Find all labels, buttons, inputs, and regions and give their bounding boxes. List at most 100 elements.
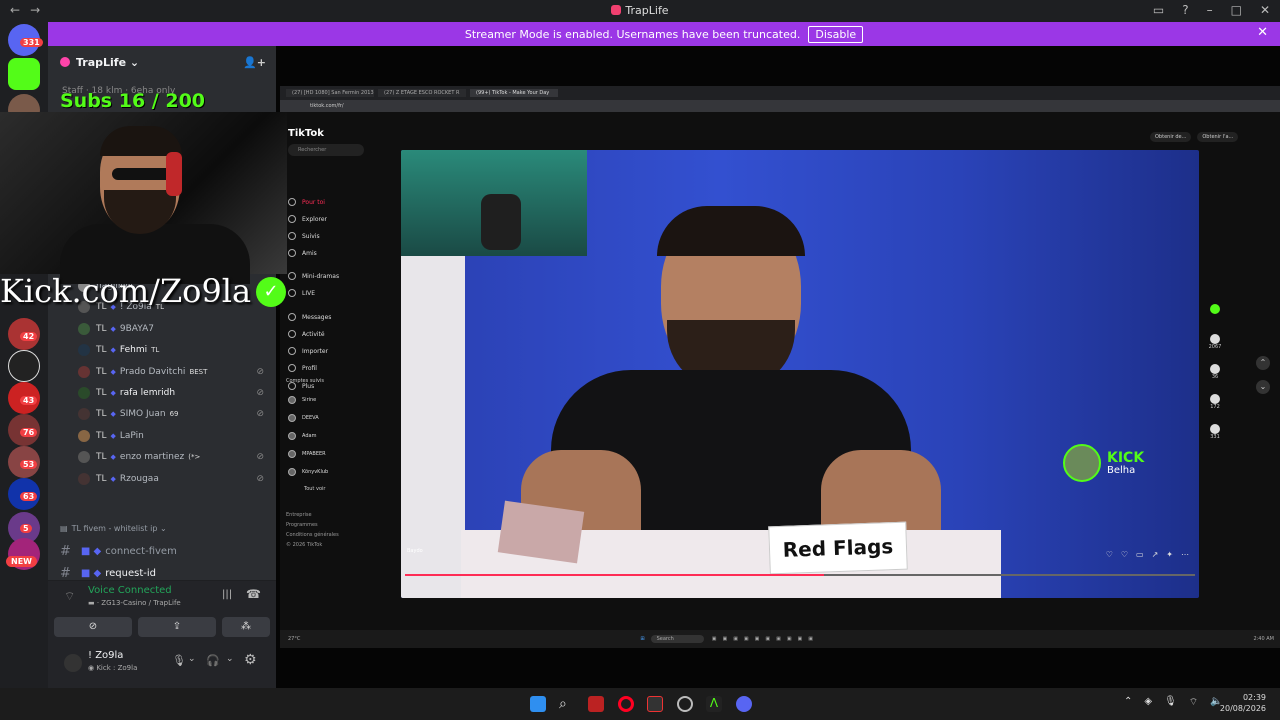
footer-link[interactable]: Programmes bbox=[286, 522, 318, 528]
kick-url-overlay: Kick.com/Zo9la bbox=[0, 272, 252, 310]
opera-icon[interactable] bbox=[618, 696, 634, 712]
followed-account[interactable]: MPABEER bbox=[288, 450, 326, 458]
share-count[interactable]: 331 bbox=[1206, 424, 1224, 440]
settings-gear-icon[interactable]: ⚙ bbox=[244, 652, 257, 668]
footer-link[interactable]: Conditions générales bbox=[286, 532, 339, 538]
tiktok-nav-item[interactable]: Amis bbox=[288, 249, 317, 257]
voice-member[interactable]: TL ◆ LaPin bbox=[78, 426, 274, 446]
screenshare-button[interactable]: ⇪ bbox=[138, 617, 216, 637]
tiktok-search-input[interactable]: Rechercher bbox=[288, 144, 364, 156]
comment-count[interactable]: 36 bbox=[1206, 364, 1224, 380]
browser-tab[interactable]: (27) [HD 1080] San Fermin 2013 bbox=[286, 89, 374, 97]
add-user-icon[interactable]: 👤+ bbox=[243, 56, 266, 69]
video-progress[interactable] bbox=[405, 574, 1195, 576]
see-all-link[interactable]: Tout voir bbox=[304, 486, 325, 492]
voice-status[interactable]: Voice Connected bbox=[88, 585, 172, 596]
next-video-button[interactable]: ⌄ bbox=[1256, 380, 1270, 394]
voice-member[interactable]: TL ◆ Fehmi TL bbox=[78, 340, 274, 360]
clock[interactable]: 02:39 20/08/2026 bbox=[1220, 692, 1266, 714]
unread-badge: 76 bbox=[20, 428, 38, 437]
server-icon[interactable] bbox=[8, 350, 40, 382]
close-window-icon[interactable]: ✕ bbox=[1260, 3, 1270, 17]
discord-icon[interactable] bbox=[736, 696, 752, 712]
tiktok-logo[interactable]: TikTok bbox=[288, 128, 324, 139]
app-icon[interactable] bbox=[677, 696, 693, 712]
close-banner-icon[interactable]: ✕ bbox=[1257, 25, 1268, 40]
maximize-icon[interactable]: □ bbox=[1231, 3, 1242, 17]
nav-icon bbox=[288, 272, 296, 280]
wifi-icon[interactable]: ⌔ bbox=[1189, 696, 1198, 709]
followed-account[interactable]: Adam bbox=[288, 432, 316, 440]
creator-avatar[interactable] bbox=[1206, 304, 1224, 314]
tiktok-nav-item[interactable]: Profil bbox=[288, 364, 317, 372]
voice-member[interactable]: TL ◆ 9BAYA7 bbox=[78, 319, 274, 339]
channel-connect-fivem[interactable]: # ■ ◆ connect-fivem bbox=[60, 544, 177, 559]
comment-icon[interactable]: ▭ bbox=[1136, 550, 1144, 559]
disconnect-icon[interactable]: ☎ bbox=[246, 587, 261, 601]
chevron-down-icon[interactable]: ⌄ bbox=[188, 654, 196, 664]
app-icon[interactable]: Λ bbox=[706, 696, 722, 712]
headphones-icon[interactable]: 🎧 bbox=[206, 654, 220, 667]
save-count[interactable]: 172 bbox=[1206, 394, 1224, 410]
avatar bbox=[78, 472, 90, 485]
sparkle-icon[interactable]: ✦ bbox=[1166, 550, 1173, 559]
search-icon[interactable]: ⌕ bbox=[559, 696, 575, 712]
shield-icon[interactable]: ◈ bbox=[1144, 696, 1152, 709]
tiktok-nav-item[interactable]: Explorer bbox=[288, 215, 327, 223]
like-count[interactable]: 2067 bbox=[1206, 334, 1224, 350]
channel-request-id[interactable]: # ■ ◆ request-id bbox=[60, 566, 156, 581]
followed-account[interactable]: DEEVA bbox=[288, 414, 319, 422]
tiktok-nav-item[interactable]: Messages bbox=[288, 313, 331, 321]
voice-member[interactable]: TL ◆ rafa lemridh ⊘ bbox=[78, 383, 274, 403]
channel-category[interactable]: ▤ TL fivem - whitelist ip ⌄ bbox=[60, 524, 167, 533]
voice-member[interactable]: TL ◆ Prado Davitchi BEST ⊘ bbox=[78, 362, 274, 382]
browser-tab-active[interactable]: (99+) TikTok - Make Your Day bbox=[470, 89, 558, 97]
start-icon[interactable] bbox=[530, 696, 546, 712]
voice-member[interactable]: TL ◆ SIMO Juan 69 ⊘ bbox=[78, 404, 274, 424]
signal-icon[interactable]: ⌔ bbox=[64, 589, 75, 604]
avatar bbox=[78, 387, 90, 399]
video-caption[interactable]: Baydo bbox=[407, 548, 423, 554]
more-icon[interactable]: ⋯ bbox=[1181, 550, 1189, 559]
tiktok-nav-item[interactable]: Activité bbox=[288, 330, 325, 338]
footer-link[interactable]: © 2026 TikTok bbox=[286, 542, 322, 548]
username[interactable]: ! Zo9la bbox=[88, 650, 123, 661]
disable-button[interactable]: Disable bbox=[808, 25, 864, 43]
soundboard-icon[interactable]: ||| bbox=[222, 589, 232, 600]
followed-account[interactable]: KönyvKlub bbox=[288, 468, 328, 476]
followed-account[interactable]: Sirine bbox=[288, 396, 316, 404]
dislike-icon[interactable]: ♡ bbox=[1121, 550, 1128, 559]
inbox-icon[interactable]: ▭ bbox=[1153, 3, 1164, 17]
chevron-down-icon[interactable]: ⌄ bbox=[226, 654, 234, 664]
get-app-button[interactable]: Obtenir l'a... bbox=[1197, 132, 1239, 142]
share-icon[interactable]: ↗ bbox=[1152, 550, 1159, 559]
minimize-icon[interactable]: – bbox=[1207, 3, 1213, 17]
microphone-icon[interactable]: 🎙 bbox=[1164, 696, 1177, 709]
avatar[interactable] bbox=[64, 654, 82, 672]
voicemeeter-icon[interactable] bbox=[588, 696, 604, 712]
tiktok-nav-item[interactable]: Suivis bbox=[288, 232, 320, 240]
tiktok-nav-item[interactable]: Pour toi bbox=[288, 198, 325, 206]
microphone-icon[interactable]: 🎙 bbox=[172, 654, 186, 667]
prev-video-button[interactable]: ⌃ bbox=[1256, 356, 1270, 370]
tiktok-nav-item[interactable]: LIVE bbox=[288, 289, 315, 297]
get-app-button[interactable]: Obtenir de... bbox=[1150, 132, 1192, 142]
footer-link[interactable]: Entreprise bbox=[286, 512, 312, 518]
camera-toggle-button[interactable]: ⊘ bbox=[54, 617, 132, 637]
server-header[interactable]: TrapLife ⌄ 👤+ bbox=[48, 46, 276, 78]
voice-member[interactable]: TL ◆ Rzougaa ⊘ bbox=[78, 469, 274, 489]
tiktok-video[interactable]: Red Flags KICK Belha Baydo ♡ ♡ ▭ ↗ ✦ ⋯ bbox=[401, 150, 1199, 598]
address-bar[interactable]: tiktok.com/fr/ bbox=[280, 100, 1280, 112]
chevron-up-icon[interactable]: ⌃ bbox=[1124, 696, 1132, 709]
server-kick-icon[interactable] bbox=[8, 58, 40, 90]
like-icon[interactable]: ♡ bbox=[1106, 550, 1113, 559]
tiktok-nav-item[interactable]: Importer bbox=[288, 347, 328, 355]
browser-tab[interactable]: (27) Z ETAGE ESCO ROCKET R bbox=[378, 89, 466, 97]
tiktok-nav-item[interactable]: Mini-dramas bbox=[288, 272, 339, 280]
help-icon[interactable]: ? bbox=[1182, 3, 1188, 17]
voice-location[interactable]: ▬ · ZG13-Casino / TrapLife bbox=[88, 599, 181, 607]
app-icon[interactable] bbox=[647, 696, 663, 712]
voice-member[interactable]: TL ◆ enzo martinez (*> ⊘ bbox=[78, 447, 274, 467]
activities-button[interactable]: ⁂ bbox=[222, 617, 270, 637]
muted-icon: ⊘ bbox=[256, 409, 264, 420]
